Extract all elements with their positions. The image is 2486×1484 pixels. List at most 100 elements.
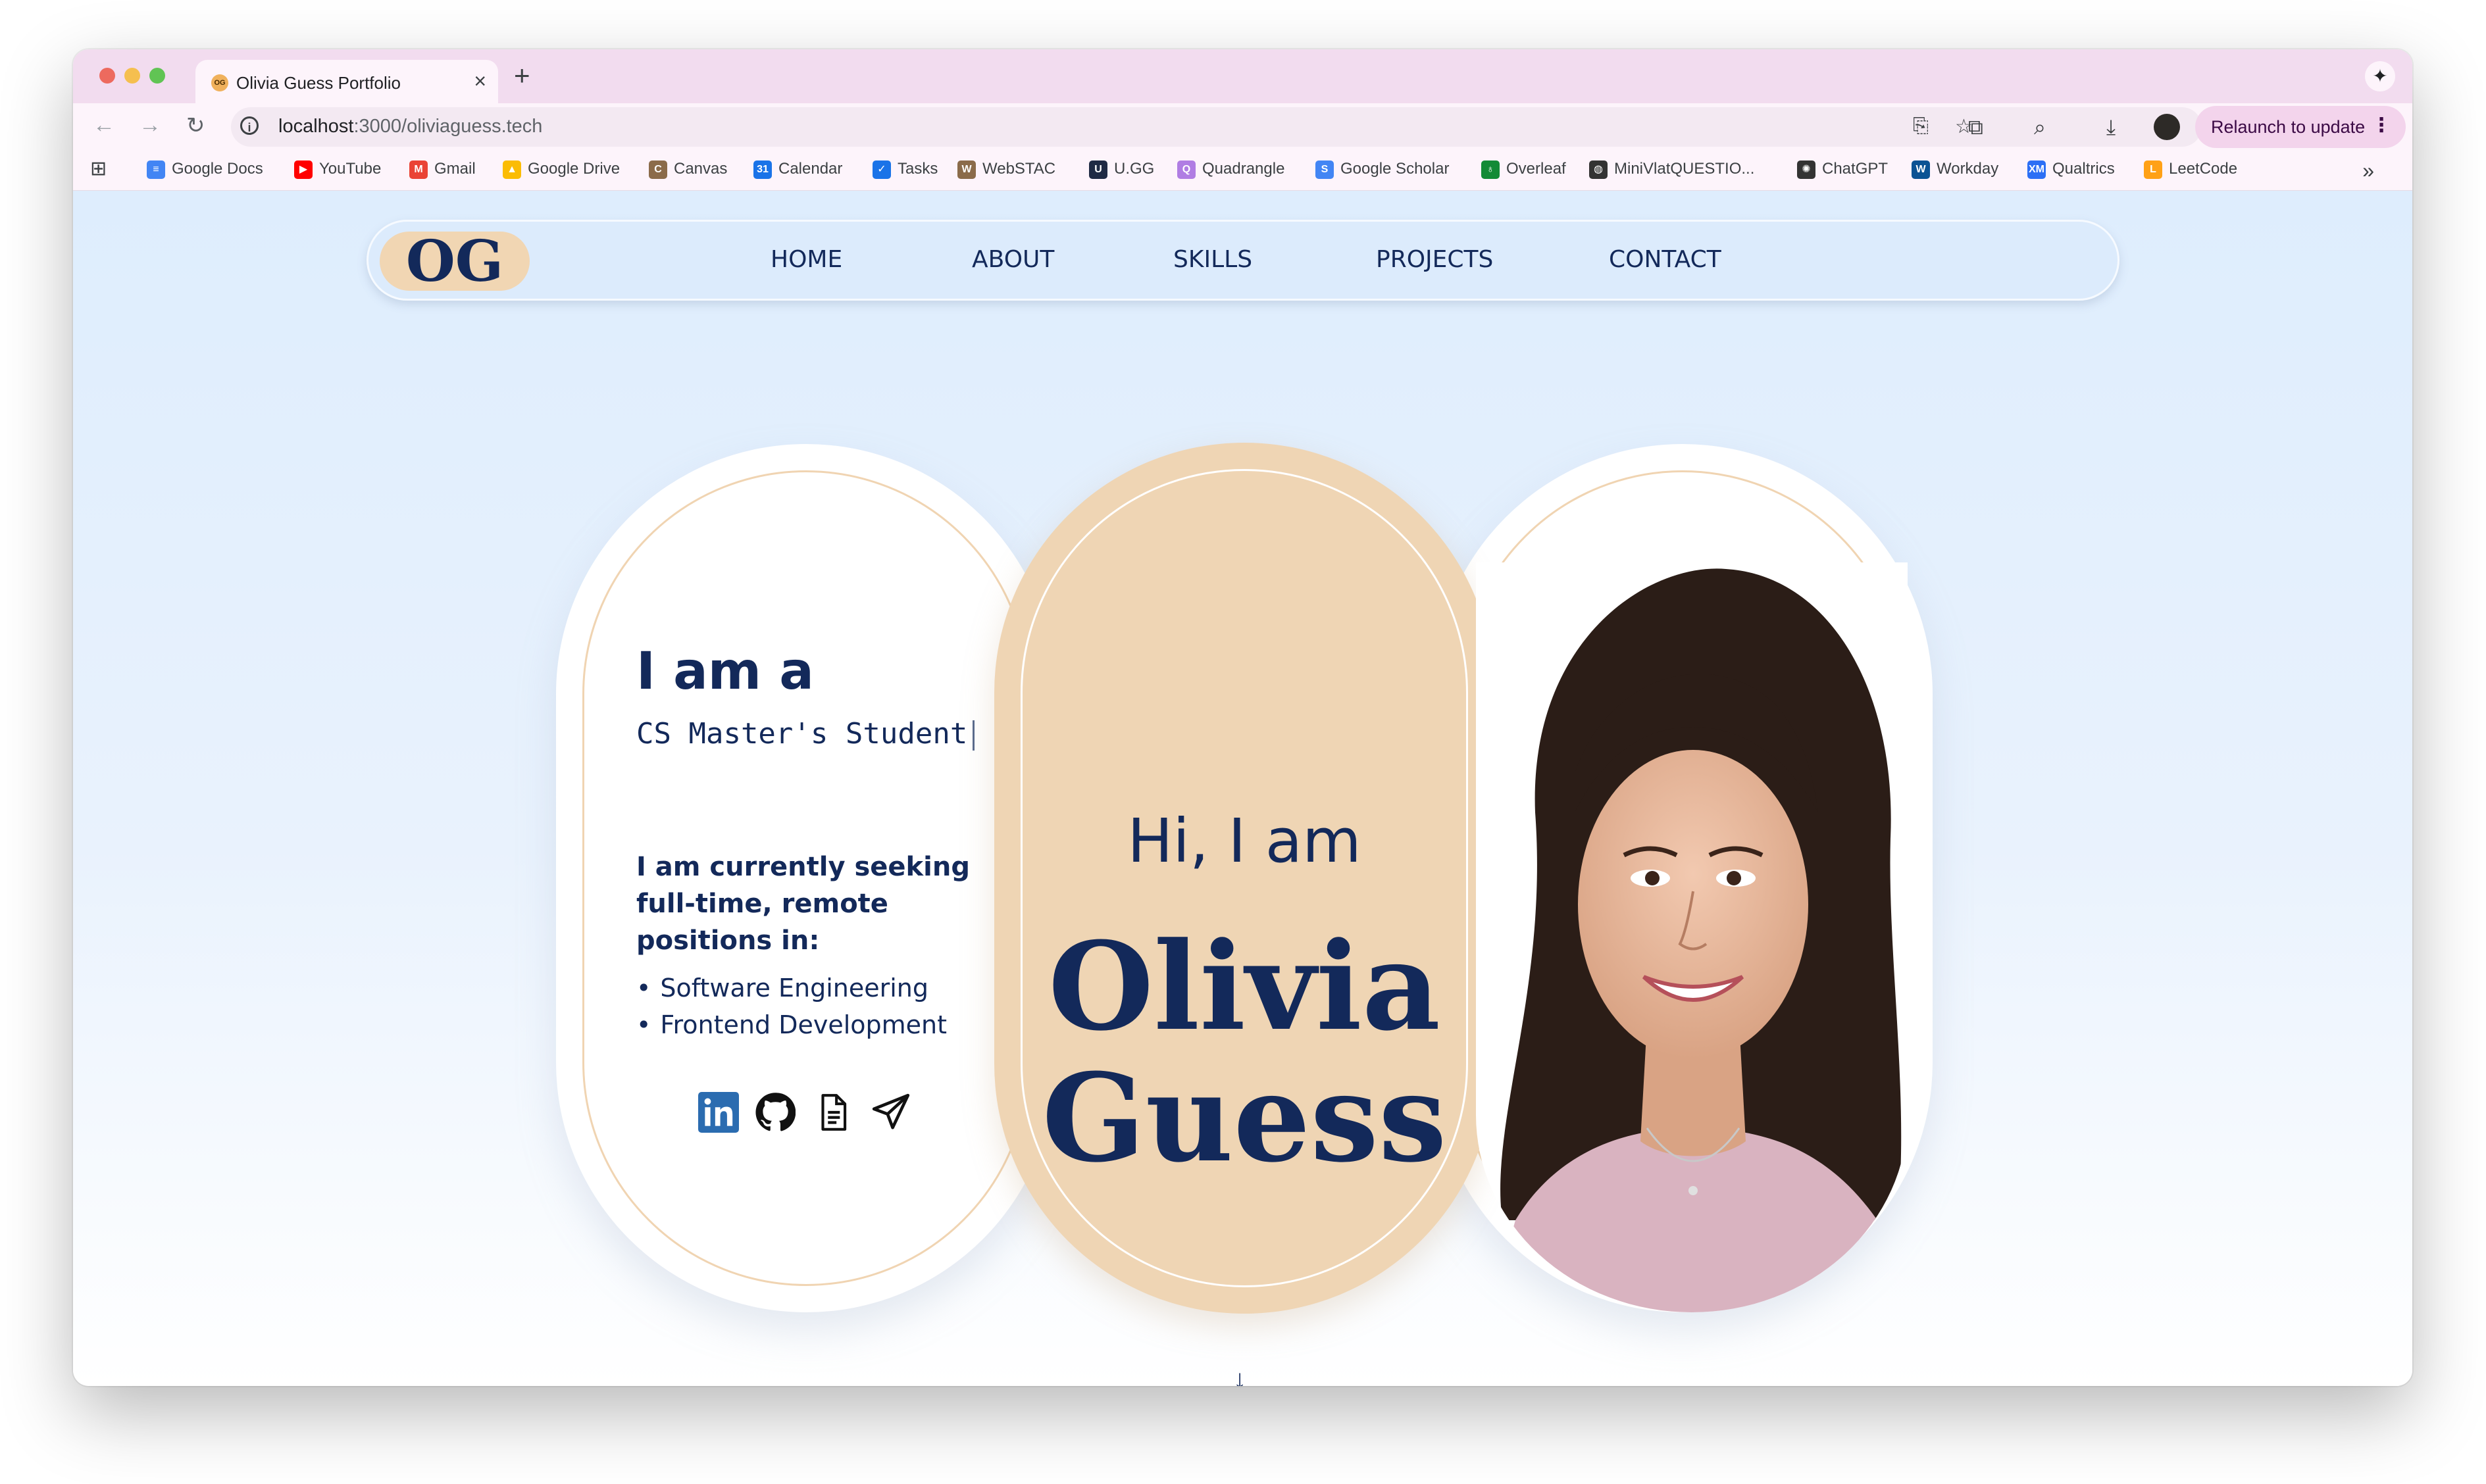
bookmark-item[interactable]: ✺ ChatGPT xyxy=(1797,160,1888,179)
nav-home[interactable]: HOME xyxy=(771,246,842,273)
bookmark-item[interactable]: ✓ Tasks xyxy=(873,160,938,179)
globe-icon: ◍ xyxy=(1589,160,1608,179)
profile-photo xyxy=(1476,562,1908,1312)
drive-icon: ▲ xyxy=(503,160,521,179)
tab-close-icon[interactable]: × xyxy=(474,69,486,93)
bookmark-item[interactable]: ◍ MiniVlatQUESTIO... xyxy=(1589,160,1754,179)
workday-icon: W xyxy=(1912,160,1930,179)
bookmark-item[interactable]: L LeetCode xyxy=(2144,160,2237,179)
docs-icon: ≡ xyxy=(147,160,165,179)
linkedin-icon[interactable] xyxy=(698,1092,739,1133)
bookmark-item[interactable]: ▲ Google Drive xyxy=(503,160,620,179)
back-button[interactable]: ← xyxy=(93,112,115,138)
search-tabs-icon[interactable]: ⌕ xyxy=(2034,115,2046,140)
webstac-icon: W xyxy=(957,160,976,179)
relaunch-button[interactable]: Relaunch to update ⋮ xyxy=(2195,106,2406,148)
scroll-down-icon[interactable]: ↓ xyxy=(1233,1365,1246,1386)
calendar-icon: 31 xyxy=(753,160,772,179)
bookmark-item[interactable]: ▶ YouTube xyxy=(294,160,381,179)
seeking-text: I am currently seeking full-time, remote… xyxy=(636,852,970,956)
bookmark-item[interactable]: Q Quadrangle xyxy=(1177,160,1284,179)
apps-grid-icon[interactable]: ⊞ xyxy=(90,157,107,180)
bookmark-label: Calendar xyxy=(778,160,843,178)
close-window-button[interactable] xyxy=(99,68,115,84)
portfolio-page: OG HOME ABOUT SKILLS PROJECTS CONTACT I … xyxy=(73,191,2412,1386)
url-text[interactable]: localhost:3000/oliviaguess.tech xyxy=(278,116,542,137)
quadrangle-icon: Q xyxy=(1177,160,1196,179)
bookmark-item[interactable]: W Workday xyxy=(1912,160,1998,179)
bookmark-label: ChatGPT xyxy=(1822,160,1889,178)
nav-about[interactable]: ABOUT xyxy=(972,246,1054,273)
typed-role: CS Master's Student xyxy=(636,717,975,751)
url-path: :3000/oliviaguess.tech xyxy=(353,116,543,137)
bookmark-item[interactable]: 31 Calendar xyxy=(753,160,842,179)
resume-icon[interactable] xyxy=(813,1092,853,1133)
tab-title: Olivia Guess Portfolio xyxy=(236,73,401,93)
github-icon[interactable] xyxy=(755,1092,796,1133)
canvas-icon: C xyxy=(649,160,667,179)
typed-role-text: CS Master's Student xyxy=(636,717,968,751)
bookmark-item[interactable]: XM Qualtrics xyxy=(2027,160,2115,179)
forward-button[interactable]: → xyxy=(139,112,161,138)
bookmark-item[interactable]: ♁ Overleaf xyxy=(1481,160,1566,179)
bookmark-label: YouTube xyxy=(319,160,382,178)
reload-button[interactable]: ↻ xyxy=(186,112,205,139)
bookmark-label: U.GG xyxy=(1114,160,1155,178)
bookmark-item[interactable]: U U.GG xyxy=(1089,160,1154,179)
scholar-icon: S xyxy=(1315,160,1334,179)
chatgpt-icon: ✺ xyxy=(1797,160,1815,179)
tab-active[interactable]: OG Olivia Guess Portfolio × xyxy=(195,60,498,103)
nav-projects[interactable]: PROJECTS xyxy=(1376,246,1493,273)
minimize-window-button[interactable] xyxy=(124,68,140,84)
address-bar[interactable]: i localhost:3000/oliviaguess.tech ⎘ ☆ xyxy=(231,107,2202,147)
nav-skills[interactable]: SKILLS xyxy=(1173,246,1252,273)
bookmark-label: Canvas xyxy=(674,160,728,178)
bookmark-item[interactable]: M Gmail xyxy=(409,160,476,179)
intro-heading: I am a xyxy=(636,642,814,701)
positions-list: Software Engineering Frontend Developmen… xyxy=(636,970,947,1043)
portrait-image xyxy=(1476,562,1908,1312)
maximize-window-button[interactable] xyxy=(149,68,165,84)
site-logo[interactable]: OG xyxy=(380,232,530,292)
extensions-icon[interactable]: ⧉ xyxy=(1968,115,1983,140)
browser-window: OG Olivia Guess Portfolio × + ✦ ← → ↻ i … xyxy=(73,49,2412,1386)
bookmark-item[interactable]: ≡ Google Docs xyxy=(147,160,263,179)
bookmark-item[interactable]: C Canvas xyxy=(649,160,727,179)
new-tab-button[interactable]: + xyxy=(514,60,530,91)
bookmark-label: Google Docs xyxy=(172,160,263,178)
bookmark-label: MiniVlatQUESTIO... xyxy=(1614,160,1755,178)
bookmark-label: Qualtrics xyxy=(2052,160,2115,178)
ugg-icon: U xyxy=(1089,160,1107,179)
bookmark-label: WebSTAC xyxy=(982,160,1056,178)
more-bookmarks-icon[interactable]: » xyxy=(2362,159,2374,183)
bookmarks-bar: ⊞ ≡ Google Docs ▶ YouTube M Gmail ▲ Google Driv… xyxy=(73,151,2412,191)
bookmark-item[interactable]: S Google Scholar xyxy=(1315,160,1449,179)
leetcode-icon: L xyxy=(2144,160,2162,179)
site-info-icon[interactable]: i xyxy=(240,116,259,135)
tasks-icon: ✓ xyxy=(873,160,891,179)
url-host: localhost xyxy=(278,116,354,137)
bookmark-label: LeetCode xyxy=(2169,160,2238,178)
bookmark-item[interactable]: W WebSTAC xyxy=(957,160,1055,179)
bookmark-label: Workday xyxy=(1937,160,1999,178)
bookmark-label: Overleaf xyxy=(1506,160,1566,178)
nav-contact[interactable]: CONTACT xyxy=(1609,246,1721,273)
position-item: Software Engineering xyxy=(636,970,947,1006)
send-icon[interactable] xyxy=(871,1092,911,1133)
tab-strip: OG Olivia Guess Portfolio × + ✦ xyxy=(73,49,2412,103)
bookmark-label: Google Drive xyxy=(528,160,621,178)
bookmark-label: Google Scholar xyxy=(1340,160,1450,178)
bookmark-label: Tasks xyxy=(898,160,938,178)
install-app-icon[interactable]: ⎘ xyxy=(1913,115,1929,137)
position-item: Frontend Development xyxy=(636,1006,947,1043)
sparkle-icon[interactable]: ✦ xyxy=(2365,61,2395,91)
relaunch-label: Relaunch to update xyxy=(2211,117,2366,137)
bookmark-label: Quadrangle xyxy=(1202,160,1285,178)
menu-kebab-icon[interactable]: ⋮ xyxy=(2372,114,2391,137)
overleaf-icon: ♁ xyxy=(1481,160,1500,179)
browser-toolbar: ← → ↻ i localhost:3000/oliviaguess.tech … xyxy=(73,103,2412,151)
download-icon[interactable]: ⤓ xyxy=(2106,115,2116,140)
bookmark-label: Gmail xyxy=(434,160,476,178)
profile-avatar[interactable] xyxy=(2154,114,2180,140)
youtube-icon: ▶ xyxy=(294,160,313,179)
